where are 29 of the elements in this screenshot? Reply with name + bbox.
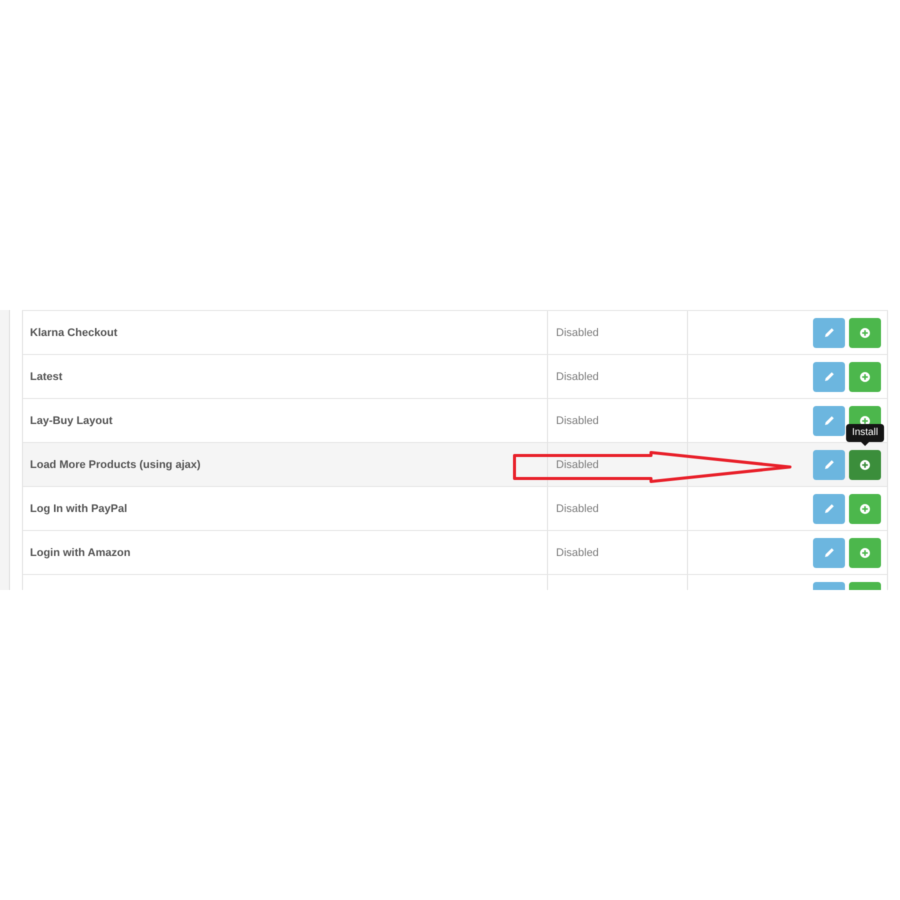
install-tooltip: Install xyxy=(846,424,884,446)
edit-button[interactable] xyxy=(813,538,845,568)
edit-button[interactable] xyxy=(813,318,845,348)
status-cell: Disabled xyxy=(548,531,688,575)
pencil-icon xyxy=(824,328,834,337)
pencil-icon xyxy=(824,372,834,381)
module-name-cell: Load More Products (using ajax) xyxy=(23,443,548,487)
module-name-cell: Log In with PayPal xyxy=(23,487,548,531)
plus-circle-icon xyxy=(860,372,870,382)
pencil-icon xyxy=(824,504,834,513)
pencil-icon xyxy=(824,460,834,469)
pencil-icon xyxy=(824,548,834,557)
status-cell: Disabled xyxy=(548,487,688,531)
edit-button[interactable] xyxy=(813,362,845,392)
status-cell: Disabled xyxy=(548,355,688,399)
edit-button[interactable] xyxy=(813,494,845,524)
pencil-icon xyxy=(824,416,834,425)
plus-circle-icon xyxy=(860,504,870,514)
plus-circle-icon xyxy=(860,460,870,470)
plus-circle-icon xyxy=(860,328,870,338)
module-name-cell: Klarna Checkout xyxy=(23,311,548,355)
module-name-cell: Lay-Buy Layout xyxy=(23,399,548,443)
module-name-cell: Latest xyxy=(23,355,548,399)
status-cell: Disabled xyxy=(548,399,688,443)
edit-button[interactable] xyxy=(813,450,845,480)
module-name-cell: Login with Amazon xyxy=(23,531,548,575)
edit-button[interactable] xyxy=(813,582,845,590)
plus-circle-icon xyxy=(860,548,870,558)
status-cell: Disabled xyxy=(548,311,688,355)
